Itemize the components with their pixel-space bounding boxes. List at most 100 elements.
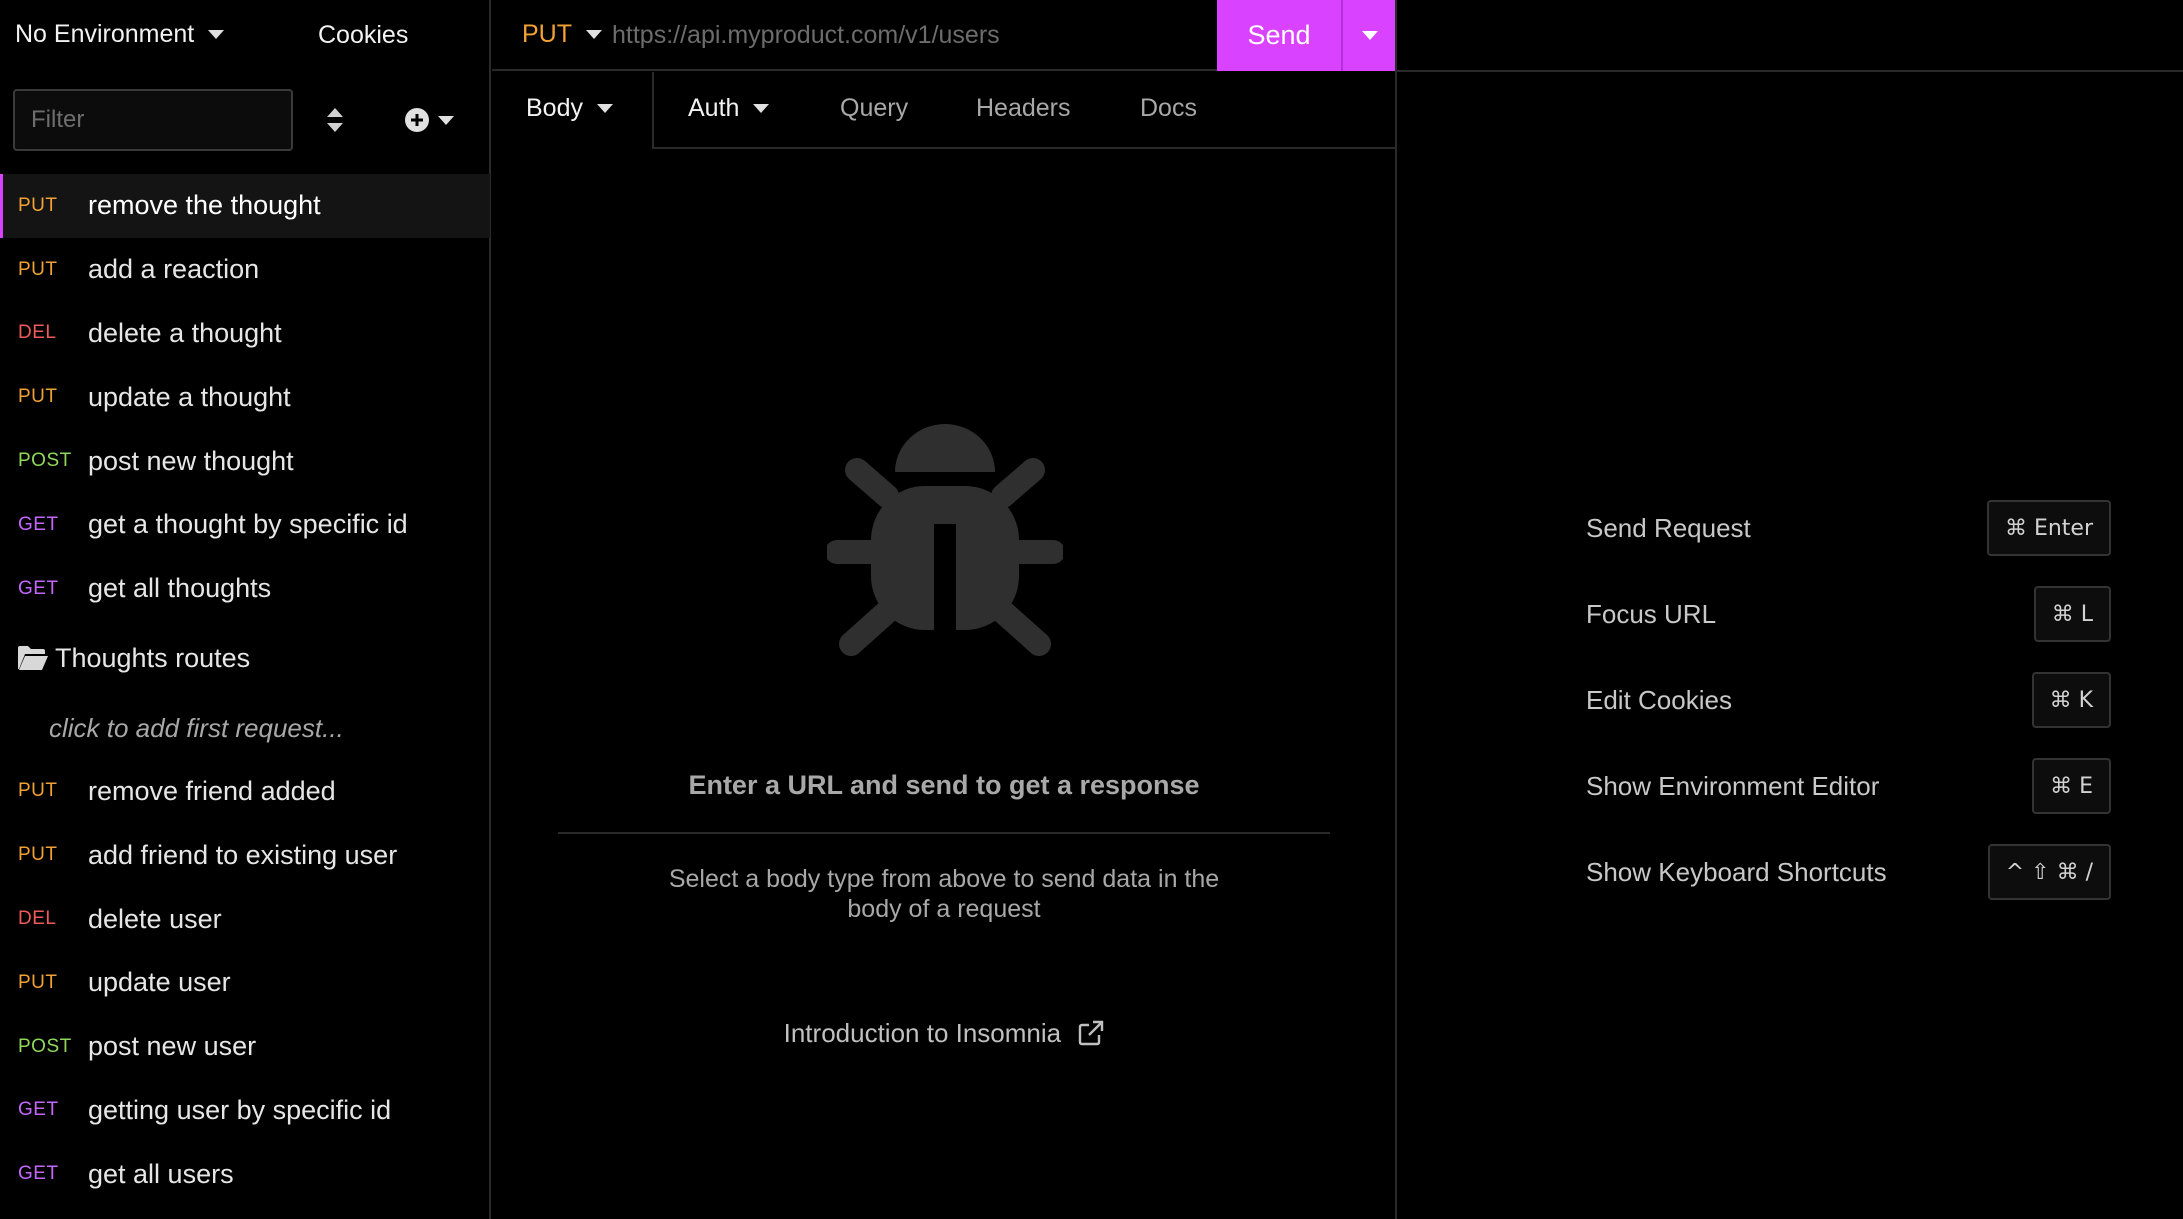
chevron-down-icon [753, 104, 770, 113]
empty-response-description: Select a body type from above to send da… [668, 865, 1220, 923]
empty-folder-hint: click to add first request... [49, 712, 344, 743]
chevron-down-icon [1361, 31, 1378, 40]
filter-input[interactable] [13, 89, 293, 151]
pane-divider[interactable] [1395, 0, 1397, 1219]
list-item[interactable]: DEL delete user [0, 887, 490, 951]
list-item[interactable]: PUT update a thought [0, 365, 490, 429]
intro-to-insomnia-link[interactable]: Introduction to Insomnia [492, 1018, 1396, 1049]
method-badge: PUT [18, 258, 58, 280]
request-name: post new user [88, 1031, 257, 1062]
method-badge: PUT [18, 971, 58, 993]
list-item[interactable]: POST post new user [0, 1015, 490, 1079]
environment-label: No Environment [15, 20, 195, 48]
external-link-icon [1079, 1020, 1104, 1046]
method-badge: PUT [18, 386, 58, 408]
bug-icon [827, 424, 1063, 656]
tab-body-label: Body [526, 94, 583, 122]
chevron-down-icon [596, 104, 613, 113]
method-badge: DEL [18, 908, 57, 930]
shortcut-keys: ⌘ E [2032, 758, 2111, 814]
method-badge: POST [18, 450, 72, 472]
shortcut-row: Send Request ⌘ Enter [1586, 500, 2111, 556]
list-item[interactable]: GET getting user by specific id [0, 1079, 490, 1143]
folder-open-icon [18, 645, 48, 670]
list-item[interactable]: GET get a thought by specific id [0, 493, 490, 557]
tab-auth[interactable]: Auth [688, 94, 770, 123]
send-button[interactable]: Send [1217, 0, 1341, 71]
list-item[interactable]: GET get all users [0, 1142, 490, 1206]
request-name: get all thoughts [88, 573, 272, 604]
url-bar: PUT Send [492, 0, 1396, 71]
list-item[interactable]: DEL delete a thought [0, 302, 490, 366]
request-name: update a thought [88, 381, 291, 412]
method-badge: PUT [18, 844, 58, 866]
method-badge: PUT [18, 194, 58, 216]
shortcut-label: Focus URL [1586, 598, 1717, 629]
method-badge: GET [18, 513, 59, 535]
tab-docs[interactable]: Docs [1140, 94, 1197, 123]
shortcut-label: Show Environment Editor [1586, 770, 1880, 801]
shortcut-row: Show Keyboard Shortcuts ^ ⇧ ⌘ / [1586, 844, 2111, 900]
method-badge: PUT [18, 780, 58, 802]
folder-thoughts-routes[interactable]: Thoughts routes [0, 621, 490, 697]
list-item[interactable]: PUT add friend to existing user [0, 823, 490, 887]
list-item[interactable]: PUT update user [0, 951, 490, 1015]
request-name: get a thought by specific id [88, 509, 408, 540]
sidebar: No Environment Cookies PUT remove the th… [0, 0, 491, 1219]
shortcut-label: Edit Cookies [1586, 684, 1732, 715]
tab-body[interactable]: Body [526, 94, 613, 123]
request-name: add a reaction [88, 254, 260, 285]
shortcut-keys: ⌘ Enter [1986, 500, 2111, 556]
request-name: delete a thought [88, 317, 282, 348]
list-item[interactable]: PUT add a reaction [0, 238, 490, 302]
method-badge: POST [18, 1035, 72, 1057]
shortcut-keys: ⌘ L [2033, 586, 2111, 642]
send-options-button[interactable] [1341, 0, 1396, 71]
list-item[interactable]: PUT remove the thought [0, 174, 490, 238]
method-badge: GET [18, 1163, 59, 1185]
shortcut-row: Focus URL ⌘ L [1586, 586, 2111, 642]
chevron-down-icon [586, 30, 602, 39]
list-item[interactable]: GET get all thoughts [0, 557, 490, 621]
request-list: PUT remove the thought PUT add a reactio… [0, 174, 490, 1206]
request-tabs: Body Auth Query Headers Docs [492, 72, 1396, 150]
chevron-down-icon [438, 115, 454, 125]
method-badge: GET [18, 577, 59, 599]
cookies-button[interactable]: Cookies [318, 21, 408, 50]
request-name: getting user by specific id [88, 1094, 392, 1125]
tab-auth-label: Auth [688, 94, 740, 122]
add-menu-button[interactable] [404, 106, 460, 134]
tab-headers[interactable]: Headers [976, 94, 1071, 123]
url-input[interactable] [612, 10, 1092, 60]
list-item[interactable]: PUT remove friend added [0, 760, 490, 824]
tab-divider [652, 72, 654, 149]
method-badge: DEL [18, 322, 57, 344]
intro-link-label: Introduction to Insomnia [783, 1018, 1062, 1048]
method-dropdown[interactable]: PUT [522, 20, 602, 49]
environment-selector[interactable]: No Environment [15, 20, 225, 49]
request-body-pane: Enter a URL and send to get a response S… [492, 150, 1396, 1219]
folder-name: Thoughts routes [55, 643, 251, 674]
sort-icon[interactable] [322, 106, 348, 134]
plus-circle-icon [405, 108, 429, 132]
insomnia-app: No Environment Cookies PUT remove the th… [0, 0, 2183, 1219]
method-label: PUT [522, 20, 572, 48]
shortcut-keys: ^ ⇧ ⌘ / [1987, 844, 2111, 900]
shortcut-row: Edit Cookies ⌘ K [1586, 672, 2111, 728]
list-item[interactable]: POST post new thought [0, 429, 490, 493]
request-name: delete user [88, 903, 222, 934]
chevron-down-icon [208, 30, 225, 39]
request-name: remove the thought [88, 190, 321, 221]
shortcut-keys: ⌘ K [2031, 672, 2111, 728]
request-name: post new thought [88, 445, 294, 476]
request-name: get all users [88, 1158, 234, 1189]
request-name: update user [88, 967, 231, 998]
shortcut-label: Send Request [1586, 512, 1751, 543]
request-name: remove friend added [88, 775, 336, 806]
method-badge: GET [18, 1099, 59, 1121]
divider [558, 832, 1330, 834]
sidebar-header: No Environment Cookies [0, 0, 490, 72]
divider [1397, 70, 2183, 72]
add-first-request[interactable]: click to add first request... [0, 697, 490, 760]
tab-query[interactable]: Query [840, 94, 908, 123]
